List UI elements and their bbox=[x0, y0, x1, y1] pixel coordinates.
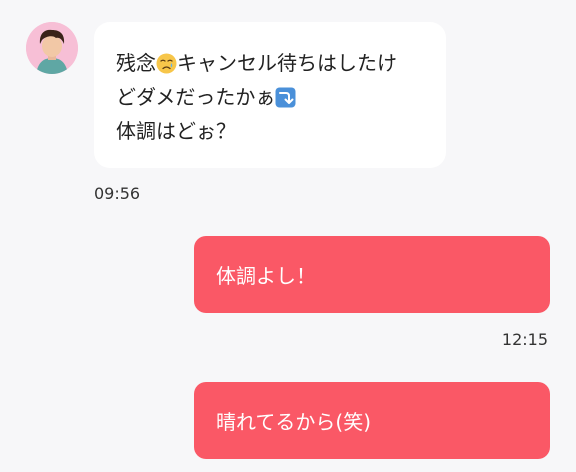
message-line-3: 体調はどぉ？ bbox=[116, 119, 236, 143]
arrow-down-right-icon bbox=[275, 87, 296, 108]
message-line-1: 残念 キャンセル待ちはしたけ bbox=[116, 46, 426, 80]
message-text-part: どダメだったかぁ bbox=[116, 85, 276, 109]
outgoing-message-text: 晴れてるから(笑) bbox=[216, 410, 372, 434]
sender-avatar[interactable] bbox=[26, 22, 78, 74]
outgoing-message-bubble[interactable]: 体調よし！ bbox=[194, 236, 550, 313]
incoming-message-bubble[interactable]: 残念 キャンセル待ちはしたけ どダメだったかぁ 体調はどぉ？ bbox=[94, 22, 446, 168]
message-line-2: どダメだったかぁ bbox=[116, 80, 426, 114]
message-text-part: キャンセル待ちはしたけ bbox=[177, 51, 397, 75]
outgoing-message-text: 体調よし！ bbox=[216, 264, 316, 288]
incoming-message-time: 09:56 bbox=[94, 184, 141, 203]
message-text-part: 残念 bbox=[116, 51, 156, 75]
outgoing-message-bubble[interactable]: 晴れてるから(笑) bbox=[194, 382, 550, 459]
user-avatar-icon bbox=[26, 22, 78, 74]
crying-face-emoji-icon bbox=[156, 53, 177, 74]
outgoing-message-time: 12:15 bbox=[501, 330, 548, 349]
